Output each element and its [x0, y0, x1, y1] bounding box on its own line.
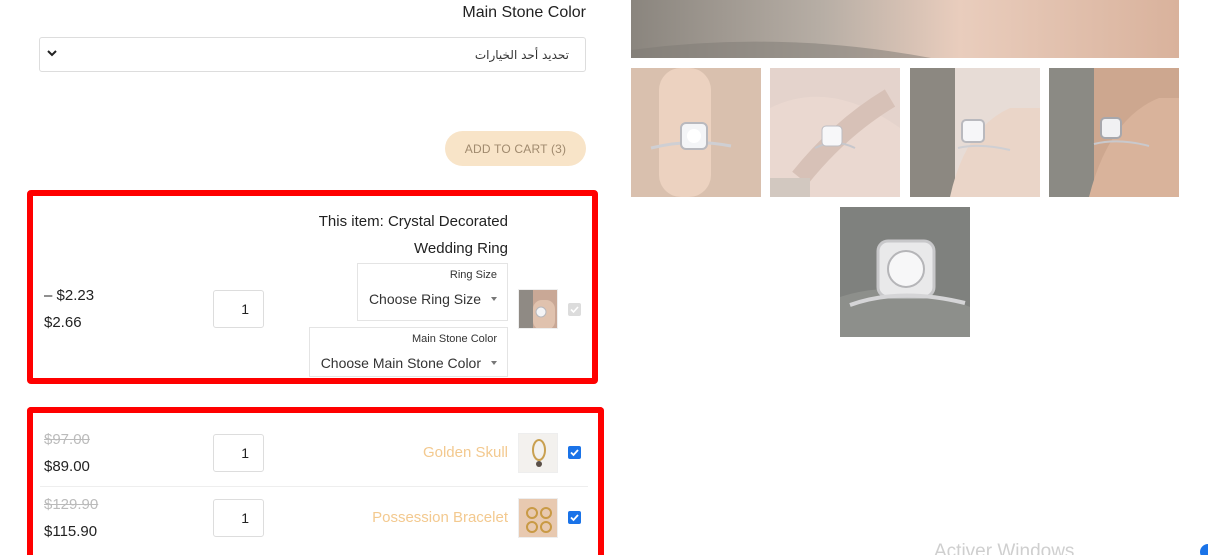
main-item-price: $2.66: [44, 314, 82, 331]
main-stone-color-heading: Main Stone Color: [462, 4, 586, 21]
select-value: تحديد أحد الخيارات: [474, 48, 569, 62]
main-stone-color-option-select[interactable]: Main Stone Color Choose Main Stone Color: [309, 327, 508, 377]
addon-2-price: $115.90: [44, 523, 98, 540]
bracelet-thumbnail: [518, 498, 558, 538]
ring-thumbnail: [518, 289, 558, 329]
addon-1-name-link[interactable]: Golden Skull: [308, 444, 508, 461]
gallery-thumbnail-4[interactable]: [1049, 68, 1179, 197]
chat-bubble-icon[interactable]: [1200, 544, 1208, 555]
ring-size-value: Choose Ring Size: [368, 291, 481, 307]
ring-size-select[interactable]: Ring Size Choose Ring Size: [357, 263, 508, 321]
gallery-thumbnail-5[interactable]: [840, 207, 970, 337]
addon-2-old-price: $129.90: [44, 496, 99, 513]
addon-1-old-price: $97.00: [44, 431, 90, 448]
addon-1-checkbox[interactable]: [568, 446, 581, 459]
gallery-thumbnail-3[interactable]: [910, 68, 1040, 197]
addon-2-name-link[interactable]: Possession Bracelet: [308, 509, 508, 526]
main-item-title: This item: Crystal Decorated Wedding Rin…: [318, 213, 508, 257]
main-item-checkbox[interactable]: [568, 303, 581, 316]
addon-1-price: $89.00: [44, 458, 90, 475]
addon-2-checkbox[interactable]: [568, 511, 581, 524]
product-page: Main Stone Color تحديد أحد الخيارات ADD …: [0, 0, 1208, 555]
main-stone-color-label: Main Stone Color: [412, 333, 497, 345]
addon-2-quantity-input[interactable]: 1: [213, 499, 264, 537]
add-to-cart-button[interactable]: ADD TO CART (3): [445, 131, 586, 166]
activate-windows-watermark: Activer Windows: [934, 541, 1075, 555]
addon-1-quantity-input[interactable]: 1: [213, 434, 264, 472]
main-stone-color-value: Choose Main Stone Color: [320, 355, 481, 371]
product-main-image[interactable]: [631, 0, 1179, 58]
gallery-thumbnail-1[interactable]: [631, 68, 761, 197]
chevron-down-icon: [47, 50, 57, 57]
row-divider: [40, 486, 588, 487]
ring-size-label: Ring Size: [449, 269, 497, 281]
caret-down-icon: [491, 297, 497, 301]
main-item-price-range: – $2.23: [44, 287, 95, 304]
golden-skull-thumbnail: [518, 433, 558, 473]
main-item-quantity-input[interactable]: 1: [213, 290, 264, 328]
gallery-thumbnail-2[interactable]: [770, 68, 900, 197]
main-stone-color-select[interactable]: تحديد أحد الخيارات: [39, 37, 586, 72]
caret-down-icon: [491, 361, 497, 365]
